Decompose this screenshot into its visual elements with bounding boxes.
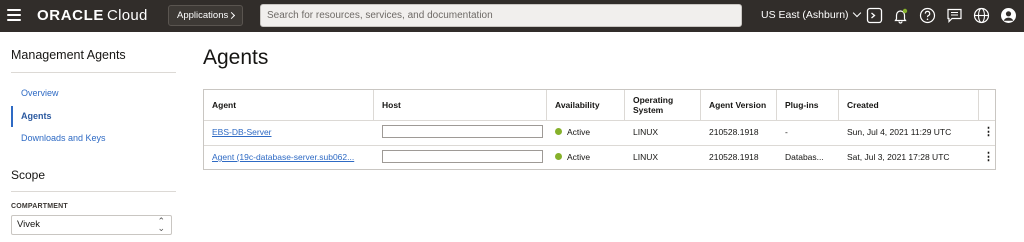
page-title: Agents (203, 46, 269, 69)
applications-button[interactable]: Applications (168, 5, 243, 26)
menu-icon[interactable] (7, 9, 21, 21)
column-header-availability[interactable]: Availability (547, 90, 625, 120)
region-selector[interactable]: US East (Ashburn) (761, 8, 861, 21)
column-header-plugins[interactable]: Plug-ins (777, 90, 839, 120)
column-header-operating-system[interactable]: Operating System (625, 90, 701, 120)
feedback-icon[interactable] (946, 7, 963, 24)
compartment-label: COMPARTMENT (11, 203, 68, 210)
column-header-host[interactable]: Host (374, 90, 547, 120)
scope-divider (11, 191, 176, 192)
compartment-select[interactable]: Vivek ⌃ ⌄ (11, 215, 172, 235)
agent-version: 210528.1918 (709, 152, 759, 162)
availability-status: Active (547, 151, 625, 163)
chevron-down-icon (852, 8, 861, 18)
oracle-cloud-logo[interactable]: ORACLE Cloud (37, 7, 148, 24)
agent-link[interactable]: EBS-DB-Server (204, 126, 372, 138)
help-icon[interactable] (919, 7, 936, 24)
profile-icon[interactable] (1000, 7, 1017, 24)
status-active-icon (555, 153, 562, 160)
region-label: US East (Ashburn) (761, 9, 849, 21)
brand-oracle: ORACLE (37, 7, 104, 24)
search-input[interactable] (260, 4, 742, 27)
sidebar-item-agents[interactable]: Agents (21, 111, 52, 121)
operating-system: LINUX (633, 127, 659, 137)
plugins: Databas... (785, 152, 824, 162)
availability-label: Active (567, 152, 591, 162)
column-header-agent-version[interactable]: Agent Version (701, 90, 777, 120)
top-navigation-bar: ORACLECloud Applications US East (Ashbur… (0, 0, 1024, 32)
agents-table: Agent Host Availability Operating System… (203, 89, 996, 170)
row-divider (204, 145, 995, 146)
host-field[interactable] (382, 125, 543, 138)
plugins: - (785, 127, 788, 137)
row-actions-icon[interactable]: ⋮ (983, 126, 994, 138)
created-date: Sat, Jul 3, 2021 17:28 UTC (847, 152, 950, 162)
host-field[interactable] (382, 150, 543, 163)
scope-title: Scope (11, 168, 46, 182)
header-divider (204, 120, 995, 121)
column-header-created[interactable]: Created (839, 90, 979, 120)
availability-label: Active (567, 127, 591, 137)
agent-link[interactable]: Agent (19c-database-server.sub062... (204, 151, 372, 163)
column-header-agent[interactable]: Agent (204, 90, 374, 120)
operating-system: LINUX (633, 152, 659, 162)
sidebar-item-downloads-and-keys[interactable]: Downloads and Keys (21, 133, 106, 143)
created-date: Sun, Jul 4, 2021 11:29 UTC (847, 127, 952, 137)
availability-status: Active (547, 126, 625, 138)
compartment-value: Vivek (17, 219, 41, 230)
language-icon[interactable] (973, 7, 990, 24)
cloud-shell-icon[interactable] (866, 7, 883, 24)
chevron-right-icon (227, 11, 236, 20)
notifications-icon[interactable] (892, 7, 909, 24)
status-active-icon (555, 128, 562, 135)
sidebar-item-overview[interactable]: Overview (21, 88, 59, 98)
applications-label: Applications (177, 10, 229, 21)
active-indicator (11, 106, 13, 127)
sidebar-divider (11, 72, 176, 73)
brand-cloud: Cloud (106, 7, 148, 24)
row-actions-icon[interactable]: ⋮ (983, 151, 994, 163)
sidebar-title: Management Agents (11, 48, 126, 62)
agent-version: 210528.1918 (709, 127, 759, 137)
select-arrows-icon: ⌃ ⌄ (157, 216, 165, 233)
